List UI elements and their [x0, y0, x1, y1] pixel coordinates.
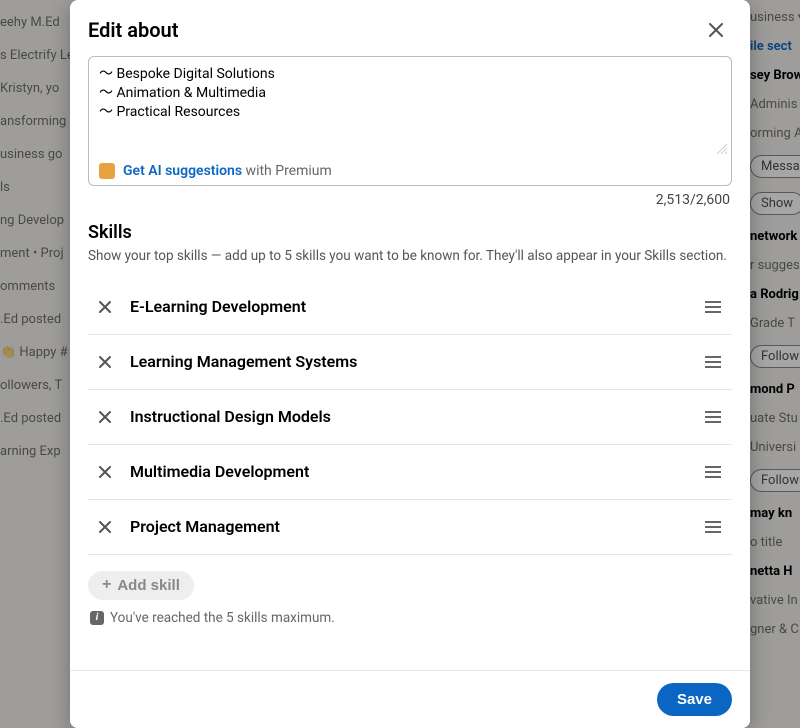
skill-row: Instructional Design Models [88, 390, 732, 445]
premium-icon [99, 163, 115, 179]
skill-name: Learning Management Systems [130, 352, 702, 371]
edit-about-modal: Edit about Get AI suggestions with Premi… [70, 0, 750, 728]
add-skill-label: Add skill [117, 577, 180, 594]
save-button[interactable]: Save [657, 683, 732, 716]
skill-row: Project Management [88, 500, 732, 555]
skills-subheading: Show your top skills — add up to 5 skill… [88, 247, 732, 266]
remove-skill-button[interactable] [94, 406, 116, 428]
about-textarea[interactable] [99, 65, 721, 153]
plus-icon: + [102, 577, 111, 593]
resize-grip-icon[interactable] [716, 143, 728, 155]
skill-name: Project Management [130, 517, 702, 536]
drag-handle-icon[interactable] [702, 521, 724, 533]
skill-row: E-Learning Development [88, 280, 732, 335]
about-textarea-container: Get AI suggestions with Premium [88, 56, 732, 186]
skill-name: Multimedia Development [130, 462, 702, 481]
close-icon [706, 20, 726, 40]
modal-title: Edit about [88, 18, 178, 42]
drag-handle-icon[interactable] [702, 356, 724, 368]
x-icon [98, 520, 112, 534]
x-icon [98, 465, 112, 479]
ai-suffix-text: with Premium [246, 163, 332, 179]
max-skills-note: You've reached the 5 skills maximum. [110, 610, 335, 626]
skills-heading: Skills [88, 222, 732, 243]
character-count: 2,513/2,600 [88, 192, 730, 208]
remove-skill-button[interactable] [94, 516, 116, 538]
ai-suggestions-link[interactable]: Get AI suggestions [123, 163, 242, 179]
x-icon [98, 300, 112, 314]
drag-handle-icon[interactable] [702, 411, 724, 423]
remove-skill-button[interactable] [94, 461, 116, 483]
skill-name: E-Learning Development [130, 297, 702, 316]
add-skill-button[interactable]: + Add skill [88, 571, 194, 600]
skill-name: Instructional Design Models [130, 407, 702, 426]
skill-row: Multimedia Development [88, 445, 732, 500]
skill-row: Learning Management Systems [88, 335, 732, 390]
x-icon [98, 355, 112, 369]
drag-handle-icon[interactable] [702, 466, 724, 478]
info-icon: i [90, 611, 104, 625]
drag-handle-icon[interactable] [702, 301, 724, 313]
remove-skill-button[interactable] [94, 296, 116, 318]
close-button[interactable] [700, 14, 732, 46]
remove-skill-button[interactable] [94, 351, 116, 373]
skills-list: E-Learning Development Learning Managemen… [88, 280, 732, 555]
x-icon [98, 410, 112, 424]
